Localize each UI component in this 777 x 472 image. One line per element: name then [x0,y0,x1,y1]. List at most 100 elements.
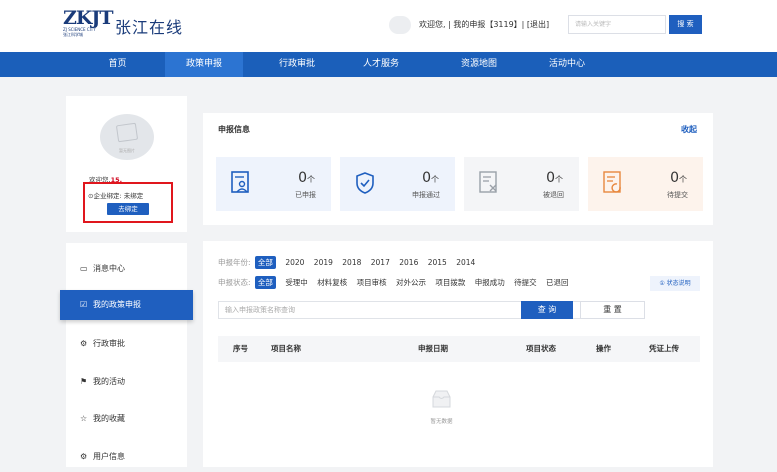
site-title: 张江在线 [115,18,184,37]
menu-item-label: 消息中心 [93,264,125,273]
nav-item-events[interactable]: 活动中心 [528,52,606,77]
nav-item-policy[interactable]: 政策申报 [165,52,243,77]
status-chip[interactable]: 待提交 [514,277,537,288]
stat-value: 0个 [670,170,687,186]
collapse-link[interactable]: 收起 [681,124,697,135]
menu-item-label: 行政审批 [93,339,125,348]
status-chip[interactable]: 已退回 [546,277,569,288]
header-user-links[interactable]: 欢迎您, | 我的申报【3119】| [退出] [419,19,549,30]
status-chip[interactable]: 项目拨款 [435,277,465,288]
user-gear-icon: ⚙ [80,452,88,461]
column-header: 项目名称 [271,344,301,353]
stat-number: 0 [422,170,431,186]
bind-company-button[interactable]: 去绑定 [107,203,149,215]
menu-item-activities[interactable]: ⚑ 我的活动 [66,367,187,397]
logo-sub-cn: 张江科学城 [63,32,83,37]
year-chip[interactable]: 2020 [285,258,304,267]
stat-value: 0个 [298,170,315,186]
profile-card: 暂无图片 欢迎您,15. ⊙企业绑定: 未绑定 去绑定 [66,96,187,232]
bind-status-text: 企业绑定: 未绑定 [93,192,144,200]
stat-label: 申报通过 [412,191,440,199]
status-chip[interactable]: 对外公示 [396,277,426,288]
menu-item-favorites[interactable]: ☆ 我的收藏 [66,404,187,434]
year-chip[interactable]: 2019 [314,258,333,267]
year-chip[interactable]: 2017 [371,258,390,267]
stat-label: 已申报 [295,191,316,199]
status-chip[interactable]: 材料复核 [317,277,347,288]
menu-item-label: 我的政策申报 [93,300,141,309]
query-button[interactable]: 查 询 [521,301,573,319]
year-chip[interactable]: 全部 [254,256,276,269]
image-placeholder-icon [115,122,139,143]
year-chip[interactable]: 2015 [428,258,447,267]
gear-icon: ⚙ [80,339,88,348]
application-info-panel: 申报信息 收起 0个 已申报 0个 申报通过 0个 被退回 0个 待提交 [203,113,713,225]
application-list-panel: 申报年份: 全部 2020 2019 2018 2017 2016 2015 2… [203,241,713,467]
stat-card-returned[interactable]: 0个 被退回 [464,157,579,211]
column-header: 凭证上传 [649,344,679,353]
nav-item-home[interactable]: 首页 [70,52,165,77]
column-header: 操作 [596,344,611,353]
header-avatar[interactable] [389,16,411,34]
stat-card-submitted[interactable]: 0个 已申报 [216,157,331,211]
menu-item-my-policy[interactable]: ☑ 我的政策申报 [60,290,193,320]
stat-card-approved[interactable]: 0个 申报通过 [340,157,455,211]
year-chip[interactable]: 2016 [399,258,418,267]
stat-value: 0个 [546,170,563,186]
status-chip[interactable]: 申报成功 [475,277,505,288]
menu-item-label: 用户信息 [93,452,125,461]
doc-x-icon [479,171,497,193]
menu-item-approval[interactable]: ⚙ 行政审批 [66,329,187,359]
avatar-caption: 暂无图片 [119,148,135,153]
site-header: ZKJT ZJ SCIENCE CITY 张江科学城 张江在线 欢迎您, | 我… [0,0,777,52]
stat-label: 待提交 [667,191,688,199]
nav-item-approval[interactable]: 行政审批 [258,52,336,77]
logo-mark: ZKJT [63,7,114,29]
stat-number: 0 [546,170,555,186]
status-chip[interactable]: 全部 [254,276,276,289]
status-chip[interactable]: 受理中 [285,277,308,288]
doc-refresh-icon [603,171,621,193]
table-header: 序号 项目名称 申报日期 项目状态 操作 凭证上传 [218,336,700,362]
company-bind-box: ⊙企业绑定: 未绑定 去绑定 [83,182,173,223]
year-filter: 申报年份: 全部 2020 2019 2018 2017 2016 2015 2… [218,256,482,269]
stat-value: 0个 [422,170,439,186]
year-chip[interactable]: 2014 [456,258,475,267]
star-icon: ☆ [80,414,88,423]
message-icon: ▭ [80,264,88,273]
menu-item-label: 我的收藏 [93,414,125,423]
reset-button[interactable]: 重 置 [580,301,645,319]
empty-box-icon [432,390,451,408]
panel-title: 申报信息 [218,125,250,134]
flag-icon: ⚑ [80,377,88,386]
status-filter-label: 申报状态: [218,278,251,287]
menu-item-messages[interactable]: ▭ 消息中心 [66,254,187,284]
menu-item-user-info[interactable]: ⚙ 用户信息 [66,442,187,472]
side-menu: ▭ 消息中心 ☑ 我的政策申报 ⚙ 行政审批 ⚑ 我的活动 ☆ 我的收藏 ⚙ 用户信息 [60,243,193,467]
year-chip[interactable]: 2018 [342,258,361,267]
status-explanation-button[interactable]: ① 状态说明 [650,276,700,291]
year-filter-label: 申报年份: [218,258,251,267]
stat-unit: 个 [307,175,315,184]
bind-status: ⊙企业绑定: 未绑定 [88,190,143,200]
column-header: 序号 [233,344,248,353]
nav-item-resource-map[interactable]: 资源地图 [440,52,518,77]
main-nav: 首页 政策申报 行政审批 人才服务 资源地图 活动中心 [0,52,777,77]
stat-unit: 个 [431,175,439,184]
stat-label: 被退回 [543,191,564,199]
edit-icon: ☑ [80,300,88,309]
site-logo[interactable]: ZKJT ZJ SCIENCE CITY 张江科学城 [63,7,114,41]
header-search-button[interactable]: 搜 索 [669,15,702,34]
person-doc-icon [231,171,249,193]
avatar: 暂无图片 [100,114,154,160]
stat-number: 0 [670,170,679,186]
status-chip[interactable]: 项目审核 [357,277,387,288]
status-filter: 申报状态: 全部 受理中 材料复核 项目审核 对外公示 项目拨款 申报成功 待提… [218,276,576,289]
column-header: 申报日期 [418,344,448,353]
stat-unit: 个 [555,175,563,184]
stat-unit: 个 [679,175,687,184]
stat-number: 0 [298,170,307,186]
header-search-input[interactable]: 请输入关键字 [568,15,666,34]
stat-card-pending[interactable]: 0个 待提交 [588,157,703,211]
nav-item-talent[interactable]: 人才服务 [342,52,420,77]
